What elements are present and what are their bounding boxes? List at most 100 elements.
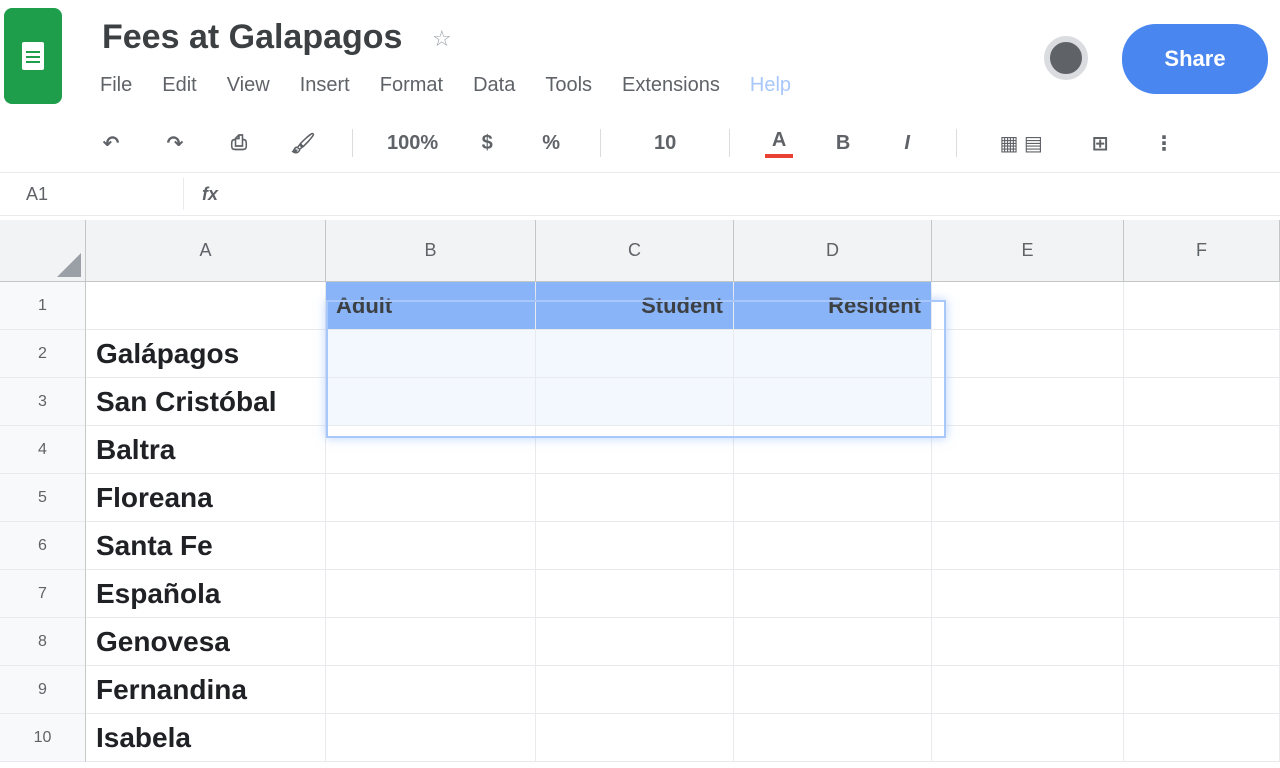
cell[interactable]	[536, 618, 734, 666]
menu-data[interactable]: Data	[473, 74, 515, 97]
row-header[interactable]: 9	[0, 666, 86, 714]
name-cell[interactable]: Genovesa	[86, 618, 326, 666]
cell[interactable]	[536, 570, 734, 618]
value-cell[interactable]	[326, 378, 536, 426]
value-cell[interactable]	[734, 378, 932, 426]
value-cell[interactable]	[536, 330, 734, 378]
font-size-select[interactable]: 10	[635, 128, 695, 158]
column-header-f[interactable]: F	[1124, 220, 1280, 282]
cell[interactable]	[734, 570, 932, 618]
cell[interactable]	[734, 474, 932, 522]
column-header-c[interactable]: C	[536, 220, 734, 282]
cell[interactable]	[1124, 378, 1280, 426]
cell[interactable]	[536, 714, 734, 762]
cell[interactable]	[932, 522, 1124, 570]
merge-cells-icon[interactable]: ⊞	[1085, 128, 1115, 158]
name-cell[interactable]: Española	[86, 570, 326, 618]
formula-input[interactable]	[258, 178, 1280, 210]
bold-button[interactable]: B	[828, 128, 858, 158]
value-cell[interactable]	[326, 714, 536, 762]
cell[interactable]	[1124, 570, 1280, 618]
document-title[interactable]: Fees at Galapagos	[102, 18, 402, 57]
menu-file[interactable]: File	[100, 74, 132, 97]
name-box[interactable]: A1	[8, 178, 184, 210]
cell[interactable]	[536, 474, 734, 522]
cell[interactable]	[932, 282, 1124, 330]
row-header[interactable]: 4	[0, 426, 86, 474]
value-cell[interactable]	[326, 474, 536, 522]
name-cell[interactable]: Baltra	[86, 426, 326, 474]
value-cell[interactable]	[734, 330, 932, 378]
name-cell[interactable]: Galápagos	[86, 330, 326, 378]
name-cell[interactable]: Isabela	[86, 714, 326, 762]
row-header[interactable]: 10	[0, 714, 86, 762]
italic-button[interactable]: I	[892, 128, 922, 158]
cell[interactable]	[734, 666, 932, 714]
account-avatar-icon[interactable]	[1044, 36, 1088, 80]
header-cell-adult[interactable]: Adult	[326, 282, 536, 330]
cell[interactable]	[932, 330, 1124, 378]
cell[interactable]	[932, 474, 1124, 522]
row-header[interactable]: 6	[0, 522, 86, 570]
cell[interactable]	[932, 666, 1124, 714]
row-header[interactable]: 1	[0, 282, 86, 330]
cell-a1[interactable]	[86, 282, 326, 330]
more-options-icon[interactable]: ⋮	[1149, 128, 1179, 158]
row-header[interactable]: 7	[0, 570, 86, 618]
share-button[interactable]: Share	[1122, 24, 1268, 94]
cell[interactable]	[932, 378, 1124, 426]
text-color-button[interactable]: A	[764, 128, 794, 158]
column-header-a[interactable]: A	[86, 220, 326, 282]
cell[interactable]	[536, 666, 734, 714]
row-header[interactable]: 8	[0, 618, 86, 666]
value-cell[interactable]	[536, 378, 734, 426]
cell[interactable]	[1124, 426, 1280, 474]
name-cell[interactable]: Santa Fe	[86, 522, 326, 570]
undo-icon[interactable]: ↶	[96, 128, 126, 158]
menu-edit[interactable]: Edit	[162, 74, 196, 97]
cell[interactable]	[1124, 474, 1280, 522]
cell[interactable]	[734, 426, 932, 474]
menu-tools[interactable]: Tools	[545, 74, 592, 97]
cell[interactable]	[1124, 282, 1280, 330]
menu-format[interactable]: Format	[380, 74, 443, 97]
value-cell[interactable]	[326, 570, 536, 618]
percent-icon[interactable]: %	[536, 128, 566, 158]
menu-insert[interactable]: Insert	[300, 74, 350, 97]
header-cell-resident[interactable]: Resident	[734, 282, 932, 330]
row-header[interactable]: 5	[0, 474, 86, 522]
cell[interactable]	[932, 618, 1124, 666]
cell[interactable]	[932, 714, 1124, 762]
menu-extensions[interactable]: Extensions	[622, 74, 720, 97]
value-cell[interactable]	[326, 426, 536, 474]
name-cell[interactable]: San Cristóbal	[86, 378, 326, 426]
print-icon[interactable]: ⎙	[224, 128, 254, 158]
row-header[interactable]: 3	[0, 378, 86, 426]
select-all-corner[interactable]	[0, 220, 86, 282]
star-icon[interactable]: ☆	[432, 26, 452, 52]
zoom-select[interactable]: 100%	[387, 128, 438, 158]
column-header-e[interactable]: E	[932, 220, 1124, 282]
value-cell[interactable]	[326, 522, 536, 570]
column-header-b[interactable]: B	[326, 220, 536, 282]
cell[interactable]	[1124, 666, 1280, 714]
cell[interactable]	[536, 522, 734, 570]
currency-icon[interactable]: $	[472, 128, 502, 158]
header-cell-student[interactable]: Student	[536, 282, 734, 330]
cell[interactable]	[734, 522, 932, 570]
value-cell[interactable]	[326, 330, 536, 378]
cell[interactable]	[932, 570, 1124, 618]
cell[interactable]	[932, 426, 1124, 474]
cell[interactable]	[734, 618, 932, 666]
cell[interactable]	[1124, 330, 1280, 378]
menu-view[interactable]: View	[227, 74, 270, 97]
value-cell[interactable]	[326, 618, 536, 666]
cell[interactable]	[1124, 618, 1280, 666]
cell[interactable]	[1124, 522, 1280, 570]
borders-icon[interactable]: ▦ ▤	[991, 128, 1051, 158]
cell[interactable]	[536, 426, 734, 474]
cell[interactable]	[734, 714, 932, 762]
paint-format-icon[interactable]: 🖌	[288, 128, 318, 158]
name-cell[interactable]: Floreana	[86, 474, 326, 522]
row-header[interactable]: 2	[0, 330, 86, 378]
